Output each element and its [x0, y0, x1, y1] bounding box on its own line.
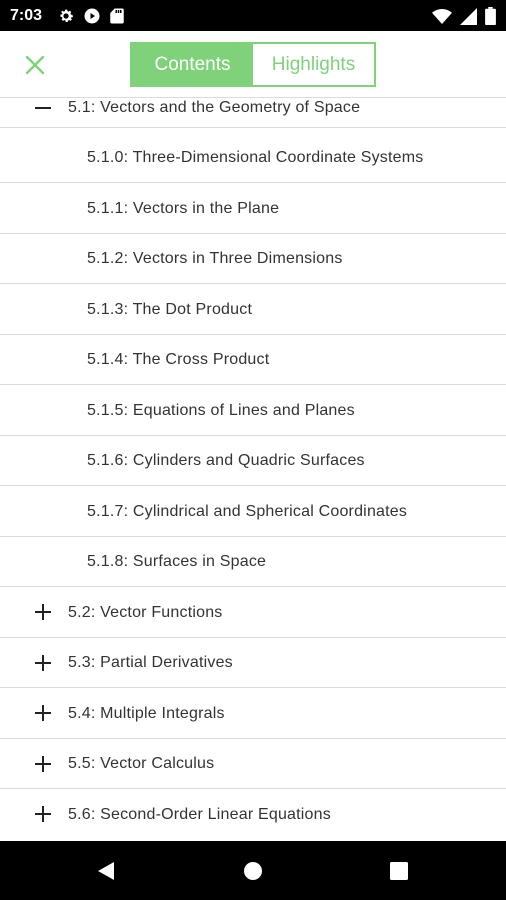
toc-subsection-label: 5.1.6: Cylinders and Quadric Surfaces	[87, 452, 365, 469]
toc-subsection[interactable]: 5.1.5: Equations of Lines and Planes	[0, 385, 506, 436]
toc-subsection-label: 5.1.2: Vectors in Three Dimensions	[87, 250, 343, 267]
toc-subsection-label: 5.1.4: The Cross Product	[87, 351, 270, 368]
toc-subsection[interactable]: 5.1.3: The Dot Product	[0, 284, 506, 335]
recents-button[interactable]	[384, 856, 414, 886]
toc-section-5-2[interactable]: 5.2: Vector Functions	[0, 587, 506, 638]
toc-subsection[interactable]: 5.1.4: The Cross Product	[0, 335, 506, 385]
toc-section-5-4[interactable]: 5.4: Multiple Integrals	[0, 688, 506, 739]
toc-subsection[interactable]: 5.1.0: Three-Dimensional Coordinate Syst…	[0, 133, 506, 183]
toc-section-label: 5.5: Vector Calculus	[68, 755, 215, 772]
home-button[interactable]	[238, 856, 268, 886]
signal-icon	[460, 7, 477, 25]
toc-section-label: 5.6: Second-Order Linear Equations	[68, 805, 331, 823]
divider	[0, 127, 506, 128]
toc-section-label: 5.2: Vector Functions	[68, 603, 223, 621]
battery-icon	[485, 7, 496, 25]
plus-icon[interactable]	[34, 704, 52, 722]
toc-subsection-label: 5.1.0: Three-Dimensional Coordinate Syst…	[87, 149, 424, 166]
toc-list: 5.1: Vectors and the Geometry of Space 5…	[0, 98, 506, 841]
wifi-icon	[432, 8, 452, 24]
navigation-bar	[0, 841, 506, 900]
toc-section-5-1[interactable]: 5.1: Vectors and the Geometry of Space	[0, 98, 506, 128]
sd-card-icon	[110, 8, 124, 24]
home-icon	[244, 862, 262, 880]
recents-icon	[390, 862, 408, 880]
tab-highlights[interactable]: Highlights	[253, 44, 374, 85]
toc-subsection[interactable]: 5.1.6: Cylinders and Quadric Surfaces	[0, 436, 506, 486]
status-time: 7:03	[10, 7, 43, 24]
plus-icon[interactable]	[34, 755, 52, 773]
close-icon	[25, 55, 45, 75]
toc-section-label: 5.1: Vectors and the Geometry of Space	[68, 99, 361, 116]
gear-icon	[60, 9, 74, 22]
status-system-icons	[432, 7, 496, 25]
close-button[interactable]	[18, 48, 52, 82]
toc-subsection-label: 5.1.5: Equations of Lines and Planes	[87, 401, 355, 419]
tab-contents[interactable]: Contents	[132, 44, 253, 85]
plus-icon[interactable]	[34, 805, 52, 823]
toc-subsection-label: 5.1.3: The Dot Product	[87, 300, 253, 318]
toc-section-label: 5.4: Multiple Integrals	[68, 704, 225, 722]
toc-section-5-5[interactable]: 5.5: Vector Calculus	[0, 739, 506, 789]
minus-icon[interactable]	[34, 99, 52, 117]
toc-subsection[interactable]: 5.1.7: Cylindrical and Spherical Coordin…	[0, 486, 506, 537]
toc-section-label: 5.3: Partial Derivatives	[68, 654, 233, 671]
toc-subsection-label: 5.1.8: Surfaces in Space	[87, 553, 267, 570]
toc-subsection-label: 5.1.7: Cylindrical and Spherical Coordin…	[87, 502, 408, 520]
back-icon	[98, 862, 114, 880]
toc-section-5-3[interactable]: 5.3: Partial Derivatives	[0, 638, 506, 688]
toc-section-5-6[interactable]: 5.6: Second-Order Linear Equations	[0, 789, 506, 840]
contents-toolbar: Contents Highlights	[0, 31, 506, 98]
plus-icon[interactable]	[34, 654, 52, 672]
play-icon	[84, 8, 100, 24]
toc-subsection[interactable]: 5.1.1: Vectors in the Plane	[0, 183, 506, 234]
status-notification-icons	[57, 7, 125, 25]
toc-subsection-label: 5.1.1: Vectors in the Plane	[87, 199, 280, 217]
plus-icon[interactable]	[34, 603, 52, 621]
toc-subsection[interactable]: 5.1.2: Vectors in Three Dimensions	[0, 234, 506, 284]
view-switcher: Contents Highlights	[130, 42, 376, 87]
toc-subsection[interactable]: 5.1.8: Surfaces in Space	[0, 537, 506, 587]
back-button[interactable]	[91, 856, 121, 886]
status-bar: 7:03	[0, 0, 506, 31]
